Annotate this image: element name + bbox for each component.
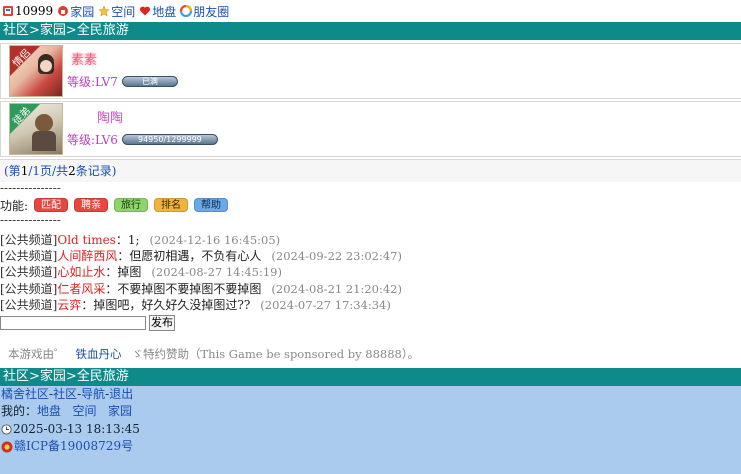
ranking-button[interactable]: 排名 (154, 198, 189, 212)
mine-home-link[interactable]: 家园 (108, 404, 132, 418)
footer-nav: 橘舍社区-社区-导航-退出 (1, 386, 134, 401)
footer: 橘舍社区-社区-导航-退出 我的：地盘 空间 家园 2025-03-13 18:… (0, 385, 741, 474)
home-icon (58, 6, 69, 16)
propose-button[interactable]: 聘亲 (74, 198, 109, 212)
member-level: 等级:LV6 94950/1299999 (67, 131, 218, 148)
user-book-icon (3, 6, 13, 16)
list-item: [公共频道]Old times：1; (2024-12-16 16:45:05) (0, 233, 281, 247)
post-form: 发布 (0, 314, 741, 332)
avatar[interactable]: 徒弟 (9, 103, 63, 155)
list-item: [公共频道]人间醉西风：但愿初相遇，不负有心人 (2024-09-22 23:02… (0, 249, 402, 264)
mine-turf-link[interactable]: 地盘 (37, 404, 61, 418)
message-input[interactable] (0, 315, 146, 330)
member-level: 等级:LV7 已满 (67, 73, 178, 90)
clock-icon (1, 424, 12, 435)
divider: --------------- (0, 182, 61, 195)
nav-home-link[interactable]: 家园 (57, 3, 94, 20)
message-author[interactable]: 人间醉西风 (57, 249, 117, 263)
figure-head (35, 114, 53, 132)
pager: (第1/1页/共2条记录) (0, 159, 741, 182)
breadcrumb[interactable]: 社区>家园>全民旅游 (0, 22, 741, 40)
star-icon (98, 5, 110, 17)
breadcrumb-bottom[interactable]: 社区>家园>全民旅游 (0, 367, 741, 386)
exp-bar: 94950/1299999 (121, 134, 218, 145)
help-button[interactable]: 帮助 (194, 198, 229, 212)
member-info: 素素 等级:LV7 已满 (67, 45, 267, 97)
footer-icp: 赣ICP备19008729号 (1, 438, 741, 456)
post-button[interactable]: 发布 (149, 314, 175, 331)
user-count[interactable]: 10999 (2, 4, 53, 18)
footer-time: 2025-03-13 18:13:45 (1, 421, 741, 439)
nav-friends-link[interactable]: 朋友圈 (180, 3, 229, 20)
member-name[interactable]: 陶陶 (97, 107, 123, 126)
list-item: [公共频道]仁者风采：不要掉图不要掉图不要掉图 (2024-08-21 21:20… (0, 281, 402, 296)
exp-bar: 已满 (121, 76, 178, 87)
friends-circle-icon (180, 5, 193, 17)
figure-face (40, 60, 52, 72)
figure-body (32, 131, 56, 151)
list-item: [公共频道]云弈：掉图吧，好久好久没掉图过?? (2024-07-27 17:34… (0, 297, 391, 312)
nav-space-link[interactable]: 空间 (98, 3, 135, 20)
travel-button[interactable]: 旅行 (114, 198, 149, 212)
record-count: 2 (68, 164, 76, 178)
message-author[interactable]: 心如止水 (57, 265, 105, 279)
sponsor-line: 本游戏由゜ 铁血丹心 ゞ特约赞助（This Game be sponsored by… (8, 346, 420, 361)
message-author[interactable]: Old times (57, 233, 115, 247)
chat-list: [公共频道]Old times：1; (2024-12-16 16:45:05) … (0, 232, 741, 313)
function-bar: 功能: 匹配 聘亲 旅行 排名 帮助 (0, 196, 741, 214)
police-badge-icon (1, 441, 13, 453)
sponsor-link[interactable]: 铁血丹心 (76, 347, 122, 361)
member-info: 陶陶 等级:LV6 94950/1299999 (67, 103, 267, 155)
mine-space-link[interactable]: 空间 (72, 404, 96, 418)
message-author[interactable]: 仁者风采 (57, 282, 105, 296)
nav-turf-link[interactable]: 地盘 (139, 3, 176, 20)
top-nav: 10999 家园 空间 地盘 朋友圈 (0, 0, 741, 22)
member-name[interactable]: 素素 (71, 49, 97, 68)
forum-link[interactable]: 社区 (53, 387, 77, 401)
nav-link[interactable]: 导航 (81, 387, 105, 401)
heart-icon (140, 6, 151, 16)
logout-link[interactable]: 退出 (109, 387, 133, 401)
list-item: [公共频道]心如止水：掉图 (2024-08-27 14:45:19) (0, 265, 282, 280)
match-button[interactable]: 匹配 (34, 198, 69, 212)
icp-link[interactable]: 赣ICP备19008729号 (14, 438, 133, 456)
member-card[interactable]: 情侣 素素 等级:LV7 已满 (0, 43, 741, 99)
message-author[interactable]: 云弈 (57, 298, 81, 312)
function-label: 功能: (0, 198, 29, 213)
avatar[interactable]: 情侣 (9, 45, 63, 97)
footer-mine: 我的：地盘 空间 家园 (1, 404, 132, 419)
divider: --------------- (0, 214, 61, 227)
member-card[interactable]: 徒弟 陶陶 等级:LV6 94950/1299999 (0, 101, 741, 157)
community-link[interactable]: 橘舍社区 (1, 387, 49, 401)
